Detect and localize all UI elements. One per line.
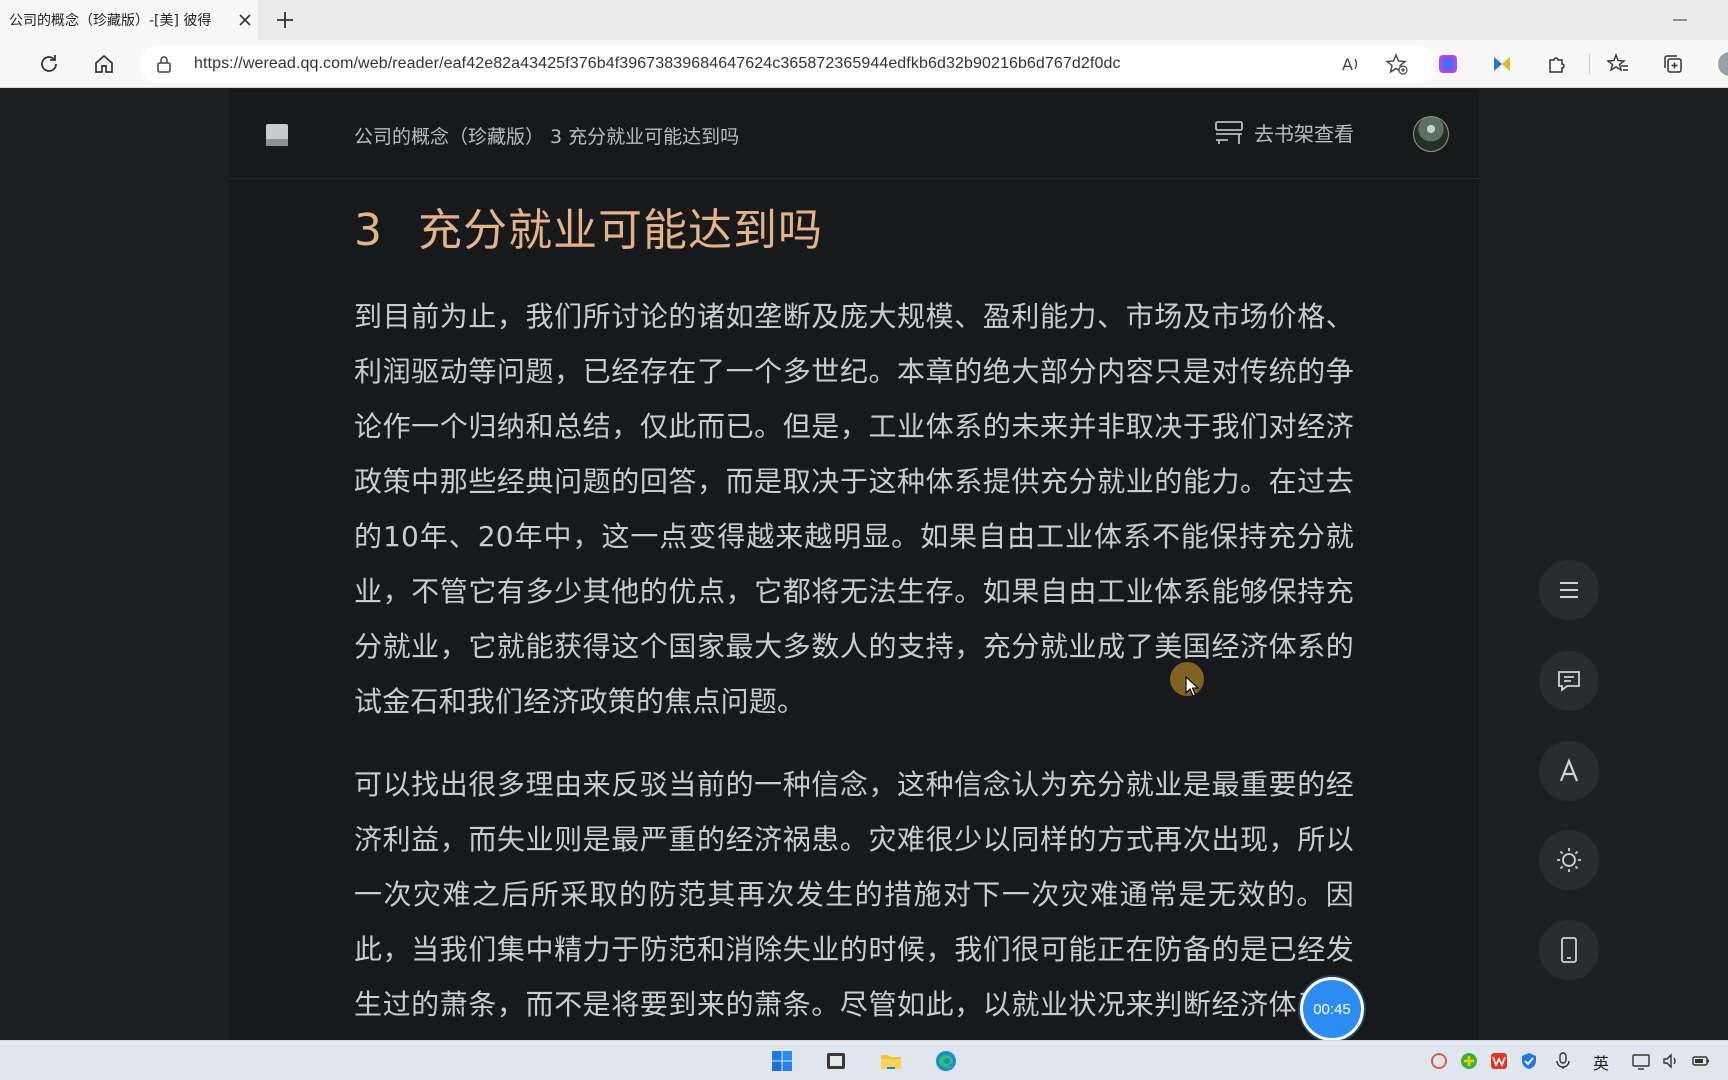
extension-app-icon xyxy=(1439,55,1457,73)
battery-icon[interactable] xyxy=(1692,1052,1710,1070)
puzzle-icon xyxy=(1549,57,1565,73)
svg-text:A: A xyxy=(1342,55,1353,74)
url-text[interactable]: https://weread.qq.com/web/reader/eaf42e8… xyxy=(194,55,1121,73)
comment-icon xyxy=(1558,671,1580,692)
address-bar[interactable]: https://weread.qq.com/web/reader/eaf42e8… xyxy=(140,45,1436,83)
phone-icon xyxy=(1561,937,1577,963)
security-shield-icon[interactable] xyxy=(1520,1052,1538,1070)
tab-title: 公司的概念（珍藏版）-[美] 彼得 xyxy=(9,13,212,29)
tray-app-icon-1[interactable] xyxy=(1430,1052,1448,1070)
profile-avatar[interactable] xyxy=(1718,52,1728,76)
reload-button[interactable] xyxy=(35,50,63,78)
minimize-icon[interactable] xyxy=(1670,10,1690,30)
favorites-button[interactable] xyxy=(1604,50,1632,78)
extension-button-2[interactable] xyxy=(1488,50,1516,78)
notes-button[interactable] xyxy=(1539,651,1599,711)
collections-button[interactable] xyxy=(1659,50,1687,78)
chapter-content: 3 充分就业可能达到吗 到目前为止，我们所讨论的诸如垄断及庞大规模、盈利能力、市场… xyxy=(354,179,1354,1040)
paragraph: 到目前为止，我们所讨论的诸如垄断及庞大规模、盈利能力、市场及市场价格、利润驱动等… xyxy=(354,300,1354,718)
paragraph: 可以找出很多理由来反驳当前的一种信念，这种信念认为充分就业是最重要的经济利益，而… xyxy=(354,768,1354,1021)
browser-tab[interactable]: 公司的概念（珍藏版）-[美] 彼得 xyxy=(0,0,258,40)
extensions-button[interactable] xyxy=(1543,50,1571,78)
tab-bar: 公司的概念（珍藏版）-[美] 彼得 xyxy=(0,0,1728,40)
tray-app-icon-2[interactable] xyxy=(1460,1052,1478,1070)
mouse-cursor-icon xyxy=(1185,676,1200,697)
shelf-icon xyxy=(1215,120,1243,144)
windows-start-icon[interactable] xyxy=(770,1049,794,1073)
go-to-shelf-button[interactable]: 去书架查看 xyxy=(1214,118,1354,147)
new-tab-icon[interactable] xyxy=(274,9,296,31)
input-method-indicator[interactable]: 英 xyxy=(1593,1050,1609,1074)
breadcrumb[interactable]: 公司的概念（珍藏版） 3 充分就业可能达到吗 xyxy=(354,122,739,149)
lock-icon[interactable] xyxy=(154,54,174,74)
edge-browser-icon[interactable] xyxy=(934,1049,958,1073)
book-cover-icon[interactable] xyxy=(264,122,290,148)
task-view-icon[interactable] xyxy=(824,1049,848,1073)
favorites-icon xyxy=(1607,53,1628,72)
font-icon xyxy=(1559,758,1579,782)
reader-header: 公司的概念（珍藏版） 3 充分就业可能达到吗 去书架查看 xyxy=(229,89,1479,179)
home-button[interactable] xyxy=(90,50,118,78)
extension-button-1[interactable] xyxy=(1434,50,1462,78)
reading-timer[interactable]: 00:45 xyxy=(1300,977,1364,1041)
translate-extension-icon xyxy=(1494,57,1510,71)
file-explorer-icon[interactable] xyxy=(879,1049,903,1073)
taskbar: 英 xyxy=(0,1040,1728,1080)
read-aloud-icon[interactable]: A xyxy=(1340,53,1362,75)
user-avatar[interactable] xyxy=(1413,116,1449,152)
toolbar-divider xyxy=(1589,54,1590,74)
reader-panel: 公司的概念（珍藏版） 3 充分就业可能达到吗 去书架查看 3 充分就业可能达到吗 … xyxy=(229,89,1479,1040)
microphone-icon[interactable] xyxy=(1554,1052,1572,1070)
volume-icon[interactable] xyxy=(1662,1052,1680,1070)
reload-icon xyxy=(41,55,57,72)
menu-icon xyxy=(1560,582,1578,598)
favorite-add-icon[interactable] xyxy=(1386,53,1408,75)
display-icon[interactable] xyxy=(1632,1052,1650,1070)
font-settings-button[interactable] xyxy=(1539,741,1599,801)
home-icon xyxy=(95,54,113,73)
collections-icon xyxy=(1664,55,1682,73)
close-tab-icon[interactable] xyxy=(236,11,254,29)
brightness-icon xyxy=(1557,848,1581,872)
chapter-title-text: 充分就业可能达到吗 xyxy=(418,205,823,256)
theme-toggle-button[interactable] xyxy=(1539,830,1599,890)
shelf-label: 去书架查看 xyxy=(1254,122,1354,146)
chapter-number: 3 xyxy=(354,205,383,256)
mobile-read-button[interactable] xyxy=(1539,920,1599,980)
wps-icon[interactable] xyxy=(1490,1052,1508,1070)
browser-toolbar: https://weread.qq.com/web/reader/eaf42e8… xyxy=(0,40,1728,88)
table-of-contents-button[interactable] xyxy=(1539,560,1599,620)
chapter-title: 3 充分就业可能达到吗 xyxy=(354,199,1354,263)
